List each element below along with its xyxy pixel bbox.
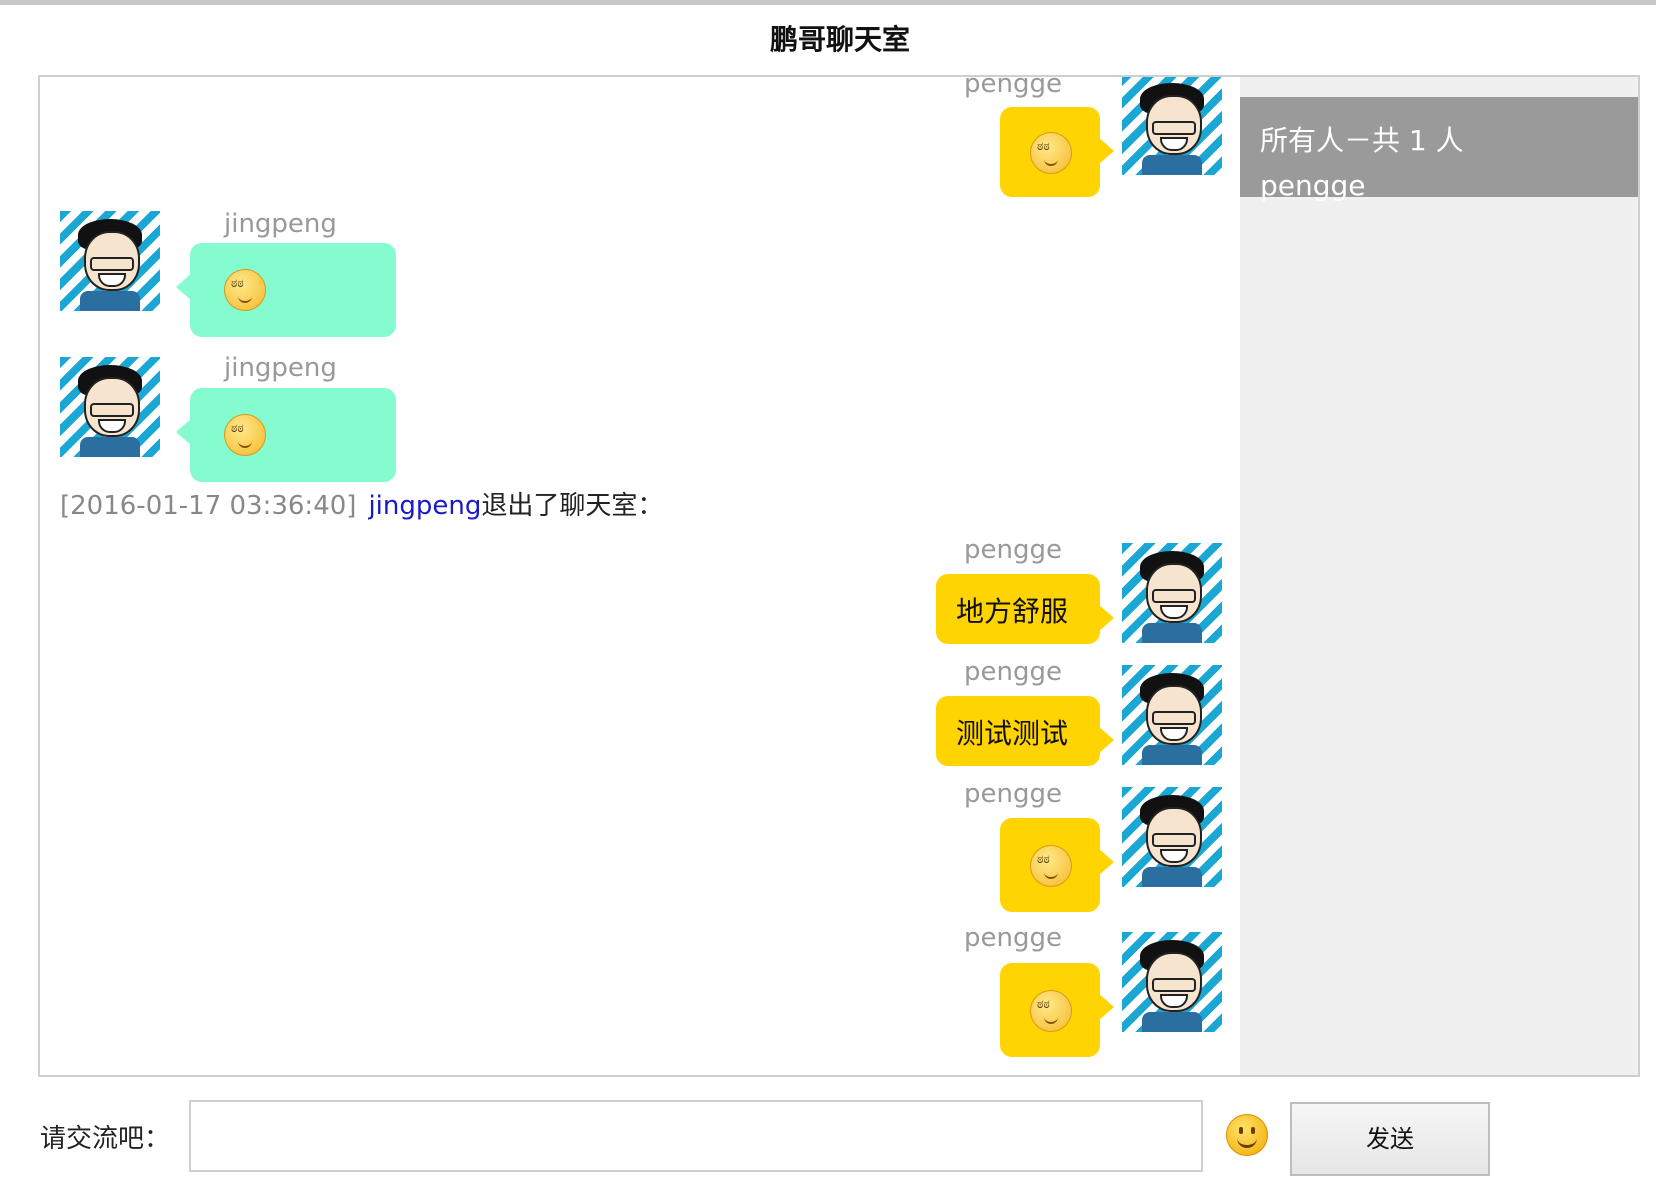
user-count-label: 所有人－共 1 人	[1260, 124, 1464, 157]
smile-emoji-icon	[1030, 845, 1072, 887]
message-bubble	[176, 243, 396, 337]
emoji-picker-icon[interactable]	[1226, 1114, 1268, 1156]
avatar[interactable]	[1122, 543, 1222, 643]
sender-name: jingpeng	[224, 209, 337, 239]
user-list-item[interactable]: pengge	[1260, 169, 1366, 202]
system-action-text: 退出了聊天室：	[481, 491, 664, 521]
user-list-sidebar: 所有人－共 1 人 pengge	[1240, 77, 1638, 1075]
system-message: [2016-01-17 03:36:40] jingpeng退出了聊天室：	[60, 485, 663, 522]
confused-emoji-icon	[224, 269, 266, 311]
sender-name: pengge	[964, 657, 1062, 687]
embarrassed-emoji-icon	[1030, 132, 1072, 174]
system-timestamp: [2016-01-17 03:36:40]	[60, 491, 357, 521]
sender-name: pengge	[964, 923, 1062, 953]
message-bubble: 测试测试	[936, 696, 1114, 766]
send-button[interactable]: 发送	[1290, 1102, 1490, 1176]
avatar[interactable]	[1122, 665, 1222, 765]
message-input[interactable]	[189, 1100, 1203, 1172]
sender-name: jingpeng	[224, 353, 337, 383]
avatar[interactable]	[1122, 932, 1222, 1032]
avatar[interactable]	[1122, 77, 1222, 175]
message-bubble	[176, 388, 396, 482]
message-bubble: 地方舒服	[936, 574, 1114, 644]
top-divider	[0, 0, 1656, 5]
composer-label: 请交流吧：	[40, 1124, 171, 1154]
avatar[interactable]	[60, 357, 160, 457]
message-list[interactable]: pengge jingpeng jingpeng [2016-01-17 03:…	[40, 77, 1240, 1075]
message-text: 地方舒服	[956, 595, 1069, 628]
page-title: 鹏哥聊天室	[769, 23, 910, 56]
sweating-emoji-icon	[224, 414, 266, 456]
sender-name: pengge	[964, 77, 1062, 99]
chat-panel: pengge jingpeng jingpeng [2016-01-17 03:…	[38, 75, 1640, 1077]
message-text: 测试测试	[956, 717, 1069, 750]
confused-emoji-icon	[1030, 990, 1072, 1032]
avatar[interactable]	[60, 211, 160, 311]
message-bubble	[1000, 963, 1114, 1057]
sender-name: pengge	[964, 535, 1062, 565]
message-bubble	[1000, 107, 1114, 197]
message-bubble	[1000, 818, 1114, 912]
avatar[interactable]	[1122, 787, 1222, 887]
user-list-header: 所有人－共 1 人 pengge	[1240, 97, 1638, 202]
system-user-link[interactable]: jingpeng	[368, 491, 481, 521]
sender-name: pengge	[964, 779, 1062, 809]
